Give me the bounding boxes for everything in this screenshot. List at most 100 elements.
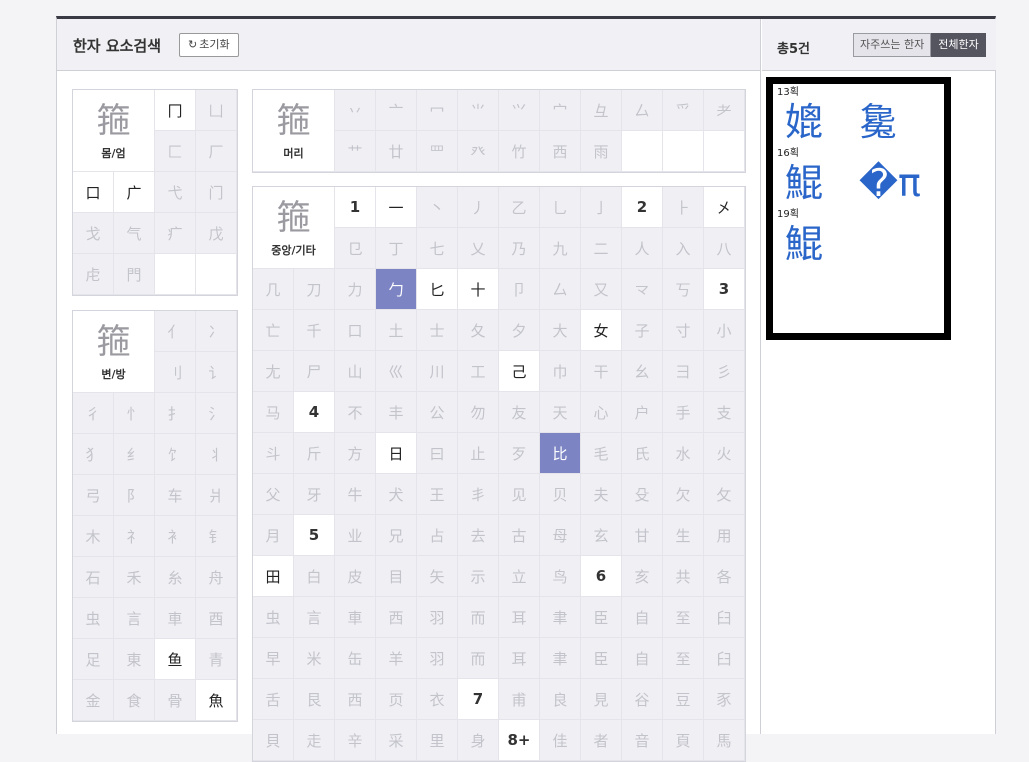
result-row: 鯤	[773, 221, 944, 267]
component-cell[interactable]: 鱼	[155, 639, 196, 680]
component-cell: 子	[622, 310, 663, 351]
component-cell[interactable]: 广	[114, 172, 155, 213]
refresh-icon: ↻	[188, 39, 198, 51]
component-cell: 骨	[155, 680, 196, 721]
component-cell: 斤	[294, 433, 335, 474]
side-category-label: 변/방	[101, 367, 126, 381]
component-cell: 彳	[73, 393, 114, 434]
component-cell: 户	[622, 392, 663, 433]
component-cell: 㔾	[335, 228, 376, 269]
stroke-count-header: 1	[335, 187, 376, 228]
component-cell: 疒	[155, 213, 196, 254]
component-cell[interactable]: 比	[540, 433, 581, 474]
component-cell: 臼	[704, 597, 745, 638]
result-hanja[interactable]: �π	[859, 160, 933, 206]
component-cell: 寸	[663, 310, 704, 351]
component-cell: 自	[622, 638, 663, 679]
result-hanja[interactable]: 鯤	[785, 160, 859, 206]
component-cell: 厂	[196, 131, 237, 172]
component-cell[interactable]: 㐅	[704, 187, 745, 228]
component-cell: 卩	[499, 269, 540, 310]
component-cell: 八	[704, 228, 745, 269]
component-cell: 阝	[114, 475, 155, 516]
component-cell: 川	[417, 351, 458, 392]
component-cell: 虫	[73, 598, 114, 639]
component-cell[interactable]: 一	[376, 187, 417, 228]
component-cell: 示	[458, 556, 499, 597]
component-cell: 贝	[540, 474, 581, 515]
component-cell: 二	[581, 228, 622, 269]
component-cell: 身	[458, 720, 499, 761]
component-cell: 礻	[114, 516, 155, 557]
component-cell: 刀	[294, 269, 335, 310]
component-cell: 音	[622, 720, 663, 761]
component-cell: 夫	[581, 474, 622, 515]
component-cell: 大	[540, 310, 581, 351]
result-hanja[interactable]: 毚	[859, 99, 933, 145]
component-cell: 食	[114, 680, 155, 721]
page-title: 한자 요소검색	[73, 37, 162, 55]
component-cell: 止	[458, 433, 499, 474]
component-cell[interactable]: 己	[499, 351, 540, 392]
component-cell[interactable]: 日	[376, 433, 417, 474]
component-cell: 天	[540, 392, 581, 433]
component-cell: 走	[294, 720, 335, 761]
component-cell: 衤	[155, 516, 196, 557]
component-cell[interactable]: 勹	[376, 269, 417, 310]
stroke-count-header: 8+	[499, 720, 540, 761]
component-cell[interactable]: 魚	[196, 680, 237, 721]
component-cell: 耳	[499, 597, 540, 638]
component-cell: 采	[376, 720, 417, 761]
result-hanja[interactable]: 鯤	[785, 221, 859, 267]
component-cell: 九	[540, 228, 581, 269]
component-cell: 页	[376, 679, 417, 720]
enclosure-category-label: 몸/엄	[101, 146, 126, 160]
component-cell: 夕	[499, 310, 540, 351]
component-cell: 方	[335, 433, 376, 474]
component-cell[interactable]: 十	[458, 269, 499, 310]
head-category-tile: 箍 머리	[253, 90, 335, 172]
component-cell: 車	[155, 598, 196, 639]
component-cell: 丂	[663, 269, 704, 310]
component-cell[interactable]: 口	[73, 172, 114, 213]
all-hanja-button[interactable]: 전체한자	[931, 33, 986, 57]
component-cell: 讠	[196, 352, 237, 393]
component-cell: 戈	[73, 213, 114, 254]
component-cell: 门	[196, 172, 237, 213]
component-cell: 夂	[458, 310, 499, 351]
component-cell: 廿	[376, 131, 417, 172]
component-cell: 青	[196, 639, 237, 680]
stroke-count-label: 13획	[777, 87, 799, 98]
component-cell: 羽	[417, 638, 458, 679]
component-cell: 巾	[540, 351, 581, 392]
component-cell[interactable]: 女	[581, 310, 622, 351]
reset-button[interactable]: ↻ 초기화	[179, 33, 239, 57]
component-cell: 去	[458, 515, 499, 556]
component-cell[interactable]: 冂	[155, 90, 196, 131]
result-hanja[interactable]: 媲	[785, 99, 859, 145]
component-cell: 凵	[196, 90, 237, 131]
component-cell: 厶	[540, 269, 581, 310]
component-cell: 而	[458, 638, 499, 679]
component-cell: 雨	[581, 131, 622, 172]
component-cell: 尢	[253, 351, 294, 392]
component-cell: 山	[335, 351, 376, 392]
component-cell[interactable]: 田	[253, 556, 294, 597]
component-cell: 欠	[663, 474, 704, 515]
component-cell: 纟	[114, 434, 155, 475]
component-cell: 玄	[581, 515, 622, 556]
component-cell[interactable]: 匕	[417, 269, 458, 310]
component-cell: 羽	[417, 597, 458, 638]
component-cell: 至	[663, 597, 704, 638]
component-cell: 友	[499, 392, 540, 433]
component-cell: 入	[663, 228, 704, 269]
result-row: 鯤 �π	[773, 160, 944, 206]
component-cell: 西	[376, 597, 417, 638]
side-group: 箍 변/방 亻冫刂讠彳忄扌氵犭纟饣丬弓阝车爿木礻衤钅石禾糸舟虫言車酉足東鱼青金食骨魚	[72, 310, 238, 722]
frequent-hanja-button[interactable]: 자주쓰는 한자	[853, 33, 932, 57]
component-cell: 幺	[622, 351, 663, 392]
empty-cell	[704, 131, 745, 172]
component-cell: 人	[622, 228, 663, 269]
component-cell: 宀	[540, 90, 581, 131]
component-cell: 小	[704, 310, 745, 351]
